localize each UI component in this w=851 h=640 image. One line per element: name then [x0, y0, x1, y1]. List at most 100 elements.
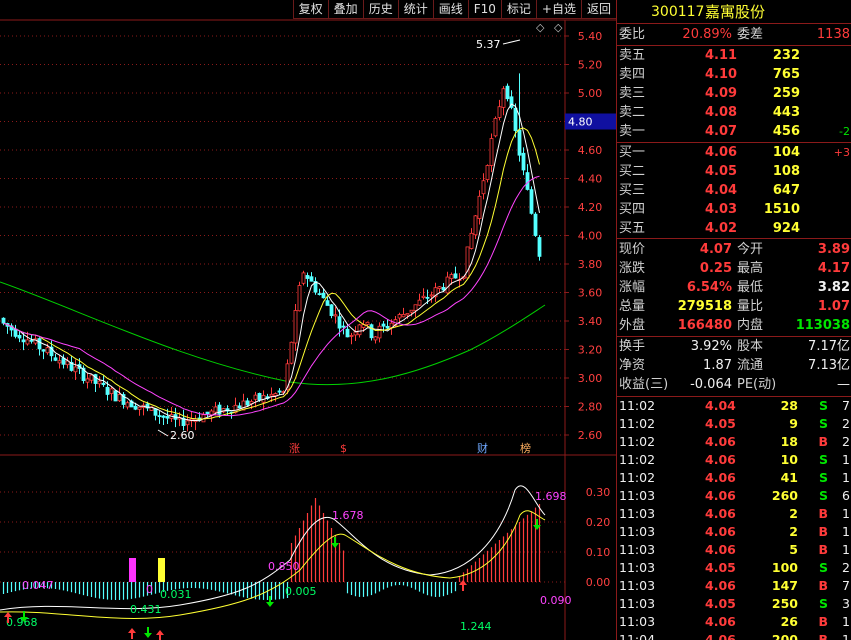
- fundamental-row: 净资 1.87 流通 7.13亿: [617, 356, 851, 375]
- tick-row[interactable]: 11:03 4.06 147 B 7: [617, 577, 851, 595]
- ask-row[interactable]: 卖四 4.10 765: [617, 65, 851, 84]
- ask-volume: 765: [772, 67, 800, 82]
- tick-time: 11:02: [619, 452, 656, 467]
- tick-row[interactable]: 11:03 4.06 5 B 1: [617, 541, 851, 559]
- bid-row[interactable]: 买五 4.02 924: [617, 219, 851, 238]
- tick-row[interactable]: 11:02 4.06 10 S 1: [617, 451, 851, 469]
- tick-price: 4.06: [705, 524, 736, 539]
- candle-body: [237, 405, 242, 409]
- tick-row[interactable]: 11:03 4.06 260 S 6: [617, 487, 851, 505]
- bid-price: 4.06: [705, 145, 738, 160]
- tick-volume: 26: [780, 614, 798, 629]
- tick-count: 7: [842, 578, 850, 593]
- tick-time: 11:04: [619, 632, 656, 640]
- candle-body: [309, 276, 314, 282]
- cai-marker: 财: [477, 441, 488, 455]
- tick-row[interactable]: 11:03 4.06 2 B 1: [617, 523, 851, 541]
- candle-body: [385, 325, 390, 329]
- tick-row[interactable]: 11:03 4.05 250 S 3: [617, 595, 851, 613]
- candle-body: [345, 328, 350, 338]
- candle-body: [325, 300, 330, 306]
- sell-arrow-icon: [331, 537, 339, 548]
- bid-volume: 924: [772, 221, 800, 236]
- candle-body: [397, 314, 402, 319]
- diamond-icon: ◇: [536, 21, 545, 34]
- ask-row[interactable]: 卖一 4.07 456 -2: [617, 122, 851, 141]
- stat-row: 涨幅 6.54% 最低 3.82: [617, 278, 851, 297]
- tick-row[interactable]: 11:02 4.06 18 B 2: [617, 433, 851, 451]
- ask-row[interactable]: 卖二 4.08 443: [617, 103, 851, 122]
- candle-body: [297, 285, 302, 312]
- stat-label: 现价: [619, 242, 646, 257]
- signal-block-magenta: [129, 558, 136, 582]
- candle-body: [85, 378, 90, 383]
- price-axis: 5.40 5.20 5.00 4.80 4.60 4.40 4.20 4.00 3.80 3.60…: [565, 30, 616, 589]
- fund-value: -0.064: [690, 377, 732, 392]
- tick-side: S: [818, 470, 828, 485]
- tick-row[interactable]: 11:02 4.05 9 S 2: [617, 415, 851, 433]
- kline-chart[interactable]: 5.40 5.20 5.00 4.80 4.60 4.40 4.20 4.00 3.80 3.60…: [0, 0, 616, 640]
- price-tick-label: 3.40: [578, 315, 603, 328]
- candle-body: [117, 394, 122, 402]
- bid-row[interactable]: 买三 4.04 647: [617, 181, 851, 200]
- tick-count: 2: [842, 434, 850, 449]
- candle-body: [357, 324, 362, 336]
- stat-value: 4.17: [817, 261, 850, 276]
- bid-volume: 1510: [763, 202, 800, 217]
- fund-label: 净资: [619, 358, 646, 373]
- candle-body: [505, 85, 510, 100]
- candle-body: [61, 357, 66, 365]
- candle-body: [473, 215, 478, 236]
- ask-row[interactable]: 卖三 4.09 259: [617, 84, 851, 103]
- bid-row[interactable]: 买四 4.03 1510: [617, 200, 851, 219]
- tick-volume: 18: [780, 434, 798, 449]
- candle-body: [273, 393, 278, 396]
- bang-marker: 榜: [520, 441, 531, 455]
- bid-price: 4.03: [705, 202, 738, 217]
- tick-row[interactable]: 11:03 4.05 100 S 2: [617, 559, 851, 577]
- candle-body: [317, 293, 322, 296]
- price-tick-label: 2.80: [578, 401, 603, 414]
- tick-count: 1: [842, 470, 850, 485]
- price-tick-label: 2.60: [578, 429, 603, 442]
- ask-volume: 456: [772, 124, 800, 139]
- tick-time: 11:03: [619, 596, 656, 611]
- tick-row[interactable]: 11:02 4.04 28 S 7: [617, 397, 851, 415]
- tick-count: 1: [842, 632, 850, 640]
- candle-body: [533, 213, 538, 236]
- indicator-tick-label: 0.00: [586, 576, 611, 589]
- tick-price: 4.06: [705, 434, 736, 449]
- bid-row[interactable]: 买二 4.05 108: [617, 162, 851, 181]
- tick-row[interactable]: 11:04 4.06 200 B 1: [617, 631, 851, 640]
- tick-time: 11:03: [619, 614, 656, 629]
- candle-body: [497, 106, 502, 118]
- tick-row[interactable]: 11:03 4.06 2 B 1: [617, 505, 851, 523]
- tick-volume: 250: [771, 596, 798, 611]
- bid-row[interactable]: 买一 4.06 104 +3: [617, 143, 851, 162]
- tick-price: 4.05: [705, 596, 736, 611]
- fund-label: PE(动): [737, 377, 777, 392]
- tick-side: B: [818, 632, 828, 640]
- candle-body: [453, 273, 458, 279]
- tick-price: 4.06: [705, 542, 736, 557]
- bid-label: 买一: [619, 145, 646, 160]
- ask-row[interactable]: 卖五 4.11 232: [617, 46, 851, 65]
- ask-label: 卖二: [619, 105, 646, 120]
- ask-label: 卖一: [619, 124, 646, 139]
- tick-time: 11:03: [619, 560, 656, 575]
- indicator-value: 0: [146, 583, 153, 596]
- tick-row[interactable]: 11:02 4.06 41 S 1: [617, 469, 851, 487]
- candle-body: [185, 420, 190, 426]
- tick-row[interactable]: 11:03 4.06 26 B 1: [617, 613, 851, 631]
- diamond-icon: ◇: [554, 21, 563, 34]
- ask-volume: 443: [772, 105, 800, 120]
- candle-body: [449, 274, 454, 279]
- tick-side: B: [818, 524, 828, 539]
- indicator-value: 0.431: [130, 603, 162, 616]
- indicator-tick-label: 0.20: [586, 516, 611, 529]
- tick-volume: 2: [789, 506, 798, 521]
- candle-body: [377, 325, 382, 339]
- ask-price: 4.07: [705, 124, 738, 139]
- candle-body: [213, 406, 218, 413]
- tick-count: 1: [842, 524, 850, 539]
